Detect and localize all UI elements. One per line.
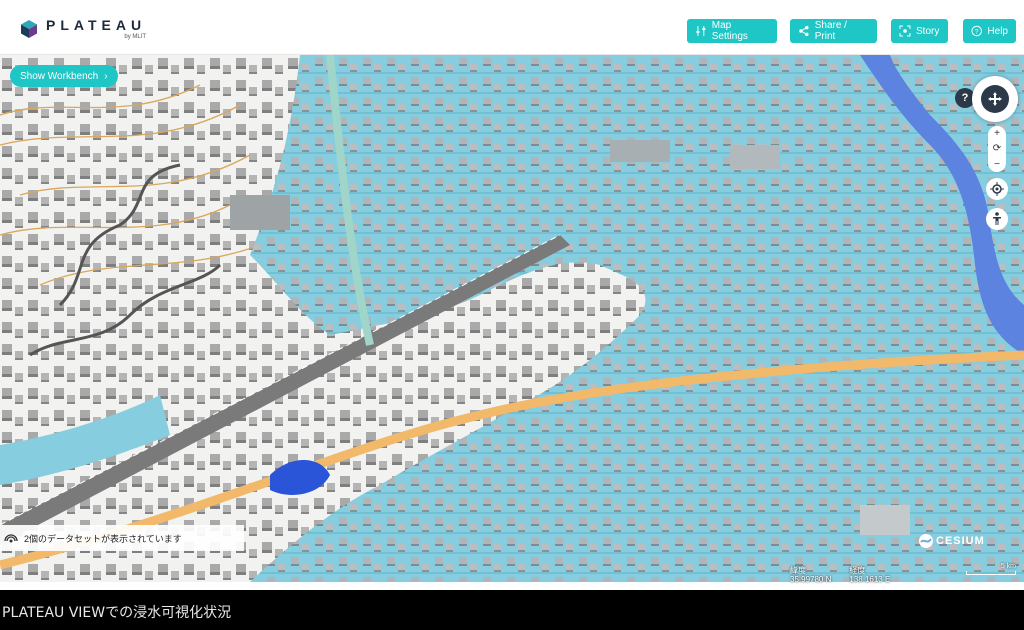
cesium-logo[interactable]: CESIUM	[918, 532, 998, 550]
zoom-in-button[interactable]: +	[994, 128, 1000, 139]
lon-value: 138.1613 E	[849, 575, 891, 584]
lat-label: 緯度	[790, 566, 806, 575]
3d-map-canvas[interactable]	[0, 55, 1024, 582]
station-building	[730, 145, 780, 169]
broadcast-icon	[4, 534, 18, 543]
map-settings-button[interactable]: Map Settings	[687, 19, 777, 43]
pedestrian-mode-button[interactable]	[986, 208, 1008, 230]
story-button[interactable]: Story	[891, 19, 948, 43]
scale-bar-line	[966, 571, 1016, 575]
help-button[interactable]: ? Help	[963, 19, 1016, 43]
share-print-button[interactable]: Share / Print	[790, 19, 877, 43]
lat-value: 35.99780 N	[790, 575, 832, 584]
share-print-label: Share / Print	[814, 20, 847, 42]
zoom-control: + ⟳ −	[988, 126, 1006, 172]
warehouse-building	[230, 195, 290, 230]
show-workbench-button[interactable]: Show Workbench ›	[10, 65, 118, 87]
chevron-right-icon: ›	[104, 70, 108, 82]
show-workbench-label: Show Workbench	[20, 70, 99, 82]
scale-bar: 5 km	[966, 563, 1016, 575]
large-building	[860, 505, 910, 535]
factory-building	[610, 140, 670, 162]
lon-label: 経度	[849, 566, 866, 575]
app-byline: by MLIT	[124, 34, 147, 40]
compass-navigation[interactable]	[972, 76, 1018, 122]
plateau-cube-icon	[21, 20, 37, 38]
plateau-logo[interactable]: PLATEAU by MLIT	[20, 18, 146, 40]
help-icon: ?	[971, 25, 982, 37]
dataset-status-text: 2個のデータセットが表示されています	[24, 533, 182, 544]
zoom-reset-button[interactable]: ⟳	[993, 143, 1001, 154]
svg-text:?: ?	[975, 28, 979, 35]
pan-control[interactable]	[981, 85, 1009, 113]
dataset-status-bar: 2個のデータセットが表示されています	[0, 525, 244, 551]
crosshair-icon	[990, 182, 1004, 196]
cesium-label: CESIUM	[936, 535, 985, 547]
my-location-button[interactable]	[986, 178, 1008, 200]
app-name: PLATEAU	[46, 17, 147, 33]
story-icon	[899, 25, 911, 37]
scale-label: 5 km	[1000, 563, 1016, 570]
image-caption: PLATEAU VIEWでの浸水可視化状況	[2, 605, 232, 621]
zoom-out-button[interactable]: −	[994, 159, 1000, 170]
share-icon	[799, 25, 809, 37]
move-arrows-icon	[988, 92, 1002, 106]
help-label: Help	[987, 25, 1008, 37]
story-label: Story	[916, 25, 940, 37]
location-readout: 緯度 35.99780 N 経度 138.1613 E	[790, 566, 890, 584]
map-settings-label: Map Settings	[711, 20, 748, 42]
app-frame: PLATEAU by MLIT Map Settings Share / Pri…	[0, 0, 1024, 590]
person-icon	[993, 212, 1001, 225]
sliders-icon	[696, 26, 706, 36]
map-scene	[0, 55, 1024, 582]
cesium-globe-icon	[919, 534, 933, 548]
top-header: PLATEAU by MLIT Map Settings Share / Pri…	[0, 10, 1024, 55]
